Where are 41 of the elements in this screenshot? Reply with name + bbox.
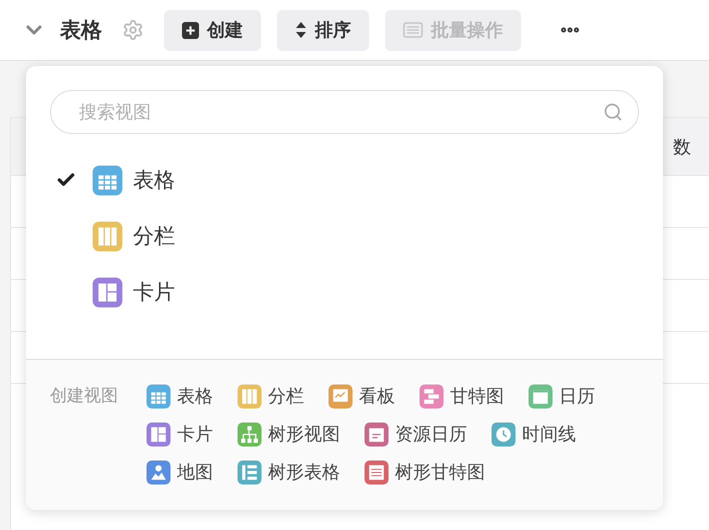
view-title: 表格 [60,17,102,44]
kanban-view-icon [328,384,353,408]
map-view-icon [146,460,171,484]
table-view-icon [92,164,123,196]
toolbar-button[interactable]: 创建 [164,10,261,50]
columns-view-icon [92,220,123,252]
list-icon [403,22,423,38]
create-view-option[interactable]: 日历 [528,382,595,410]
sort-icon [295,21,307,39]
create-view-option[interactable]: 树形视图 [237,420,340,448]
tree-view-icon [237,422,262,446]
create-view-label: 创建视图 [50,385,119,408]
create-view-option[interactable]: 树形表格 [237,458,340,486]
toolbar-button[interactable]: 排序 [277,10,369,50]
view-option[interactable]: 分栏 [56,208,663,264]
view-option[interactable]: 卡片 [56,264,663,320]
view-option[interactable]: 表格 [56,152,663,208]
card-view-icon [92,276,123,308]
create-view-option[interactable]: 地图 [146,458,213,486]
create-view-option[interactable]: 表格 [146,382,213,410]
tree-gantt-view-icon [364,460,389,484]
create-view-option[interactable]: 分栏 [237,382,304,410]
resource-calendar-view-icon [364,422,389,446]
search-field[interactable]: 搜索视图 [50,90,639,134]
create-view-option[interactable]: 时间线 [491,420,576,448]
create-view-option[interactable]: 看板 [328,382,395,410]
timeline-view-icon [491,422,516,446]
columns-view-icon [237,384,262,408]
search-icon [603,102,623,122]
create-view-option[interactable]: 资源日历 [364,420,467,448]
create-view-option[interactable]: 树形甘特图 [364,458,485,486]
plus-icon [182,22,199,38]
tree-table-view-icon [237,460,262,484]
create-view-option[interactable]: 卡片 [146,420,213,448]
gantt-view-icon [419,384,444,408]
table-view-icon [146,384,171,408]
settings-icon[interactable] [122,19,144,41]
calendar-view-icon [528,384,553,408]
card-view-icon [146,422,171,446]
create-view-option[interactable]: 甘特图 [419,382,504,410]
column-header: 数 [673,136,691,158]
